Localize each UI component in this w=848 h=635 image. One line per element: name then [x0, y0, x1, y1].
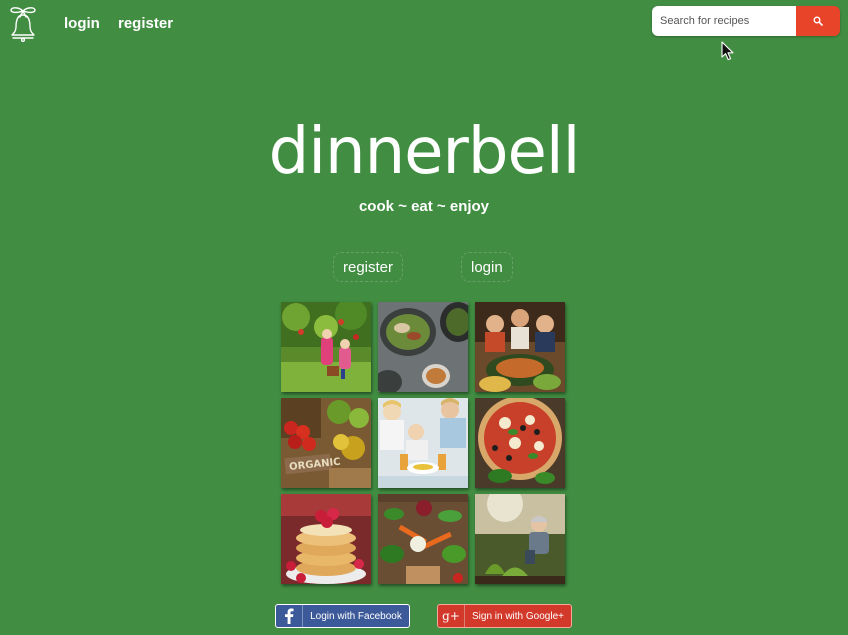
tagline: cook ~ eat ~ enjoy [358, 198, 490, 215]
gallery-tile-6[interactable] [475, 398, 565, 488]
family-breakfast-photo-icon [378, 398, 468, 488]
gallery-tile-4[interactable]: ORGANIC [281, 398, 371, 488]
photo-gallery: ORGANIC [281, 302, 567, 584]
hero-login-button[interactable]: login [461, 252, 513, 282]
gardening-photo-icon [475, 494, 565, 584]
google-signin-button[interactable]: g+ Sign in with Google+ [437, 604, 572, 628]
facebook-icon [276, 605, 303, 627]
facebook-login-button[interactable]: Login with Facebook [275, 604, 410, 628]
nav-login-link[interactable]: login [64, 15, 100, 32]
nav-register-link[interactable]: register [118, 15, 173, 32]
apple-orchard-photo-icon [281, 302, 371, 392]
pizza-photo-icon [475, 398, 565, 488]
search-icon [813, 16, 823, 26]
page: login register dinnerbell cook ~ eat ~ e… [0, 0, 848, 635]
gallery-tile-3[interactable] [475, 302, 565, 392]
google-signin-label: Sign in with Google+ [471, 610, 564, 622]
raspberry-pancakes-photo-icon [281, 494, 371, 584]
search-button[interactable] [796, 6, 840, 36]
salad-bowls-photo-icon [378, 302, 468, 392]
brand-title: dinnerbell [268, 115, 581, 189]
gallery-tile-5[interactable] [378, 398, 468, 488]
facebook-login-label: Login with Facebook [310, 610, 402, 622]
mouse-cursor-icon [721, 41, 734, 61]
gallery-tile-8[interactable] [378, 494, 468, 584]
google-plus-glyph: g+ [442, 609, 460, 623]
vegetables-table-photo-icon [378, 494, 468, 584]
search-bar [652, 6, 840, 36]
gallery-tile-9[interactable] [475, 494, 565, 584]
organic-produce-photo-icon: ORGANIC [281, 398, 371, 488]
gallery-tile-2[interactable] [378, 302, 468, 392]
search-input[interactable] [652, 6, 796, 36]
gallery-tile-7[interactable] [281, 494, 371, 584]
family-dinner-photo-icon [475, 302, 565, 392]
google-plus-icon: g+ [438, 605, 465, 627]
bell-logo-icon[interactable] [8, 4, 38, 42]
gallery-tile-1[interactable] [281, 302, 371, 392]
hero-register-button[interactable]: register [333, 252, 404, 282]
